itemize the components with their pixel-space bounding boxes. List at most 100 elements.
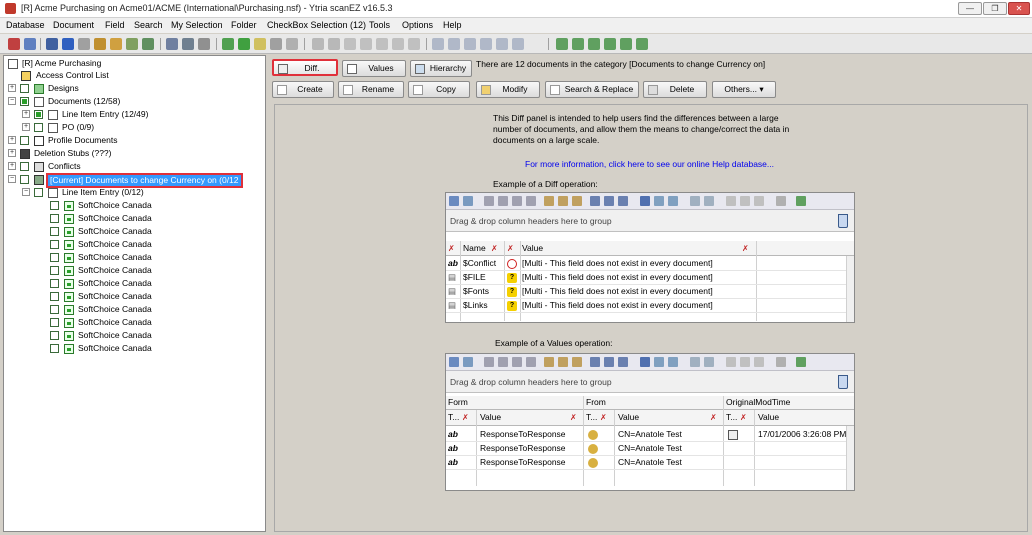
grid-tool-icon[interactable]: [704, 196, 714, 206]
conflicts-checkbox[interactable]: [20, 162, 29, 171]
header-type[interactable]: T...: [586, 411, 597, 424]
expand-icon[interactable]: +: [22, 123, 30, 131]
search-replace-button[interactable]: Search & Replace: [545, 81, 639, 98]
grid-tool-icon[interactable]: [484, 357, 494, 367]
search-icon[interactable]: [78, 38, 90, 50]
select-icon[interactable]: [588, 38, 600, 50]
grid-tool-icon[interactable]: [668, 357, 678, 367]
zoom-icon[interactable]: [754, 196, 764, 206]
menu-search[interactable]: Search: [134, 20, 163, 30]
header-type[interactable]: T...: [726, 411, 737, 424]
check-green-icon[interactable]: [556, 38, 568, 50]
group-form[interactable]: Form: [448, 396, 468, 409]
group-original-mod-time[interactable]: OriginalModTime: [726, 396, 790, 409]
documents-checkbox[interactable]: [20, 97, 29, 106]
filter-icon[interactable]: [776, 357, 786, 367]
link-icon[interactable]: [512, 38, 524, 50]
edit-icon[interactable]: [110, 38, 122, 50]
po-checkbox[interactable]: [34, 123, 43, 132]
document-checkbox[interactable]: [50, 214, 59, 223]
collapse-icon[interactable]: [376, 38, 388, 50]
filter-icon[interactable]: ✗: [742, 242, 749, 255]
grid-tool-icon[interactable]: [449, 357, 459, 367]
grid-tool-icon[interactable]: [690, 357, 700, 367]
header-name[interactable]: Name: [463, 242, 486, 255]
document-checkbox[interactable]: [50, 318, 59, 327]
expand-icon[interactable]: +: [22, 110, 30, 118]
values-button[interactable]: Values: [342, 60, 406, 77]
copy-doc-icon[interactable]: [238, 38, 250, 50]
grid-tool-icon[interactable]: [484, 196, 494, 206]
database-icon[interactable]: [24, 38, 36, 50]
grid-tool-icon[interactable]: [590, 357, 600, 367]
hierarchy-button[interactable]: Hierarchy: [410, 60, 472, 77]
diamond-icon[interactable]: [62, 38, 74, 50]
modify-button[interactable]: Modify: [476, 81, 540, 98]
filter-icon[interactable]: ✗: [600, 411, 607, 424]
collapse-icon[interactable]: −: [8, 175, 16, 183]
grid-tool-icon[interactable]: [590, 196, 600, 206]
view-icon[interactable]: [198, 38, 210, 50]
new-doc-icon[interactable]: [222, 38, 234, 50]
select-all-icon[interactable]: [572, 38, 584, 50]
menu-document[interactable]: Document: [53, 20, 94, 30]
invert-icon[interactable]: [620, 38, 632, 50]
settings-icon[interactable]: [166, 38, 178, 50]
menu-tools[interactable]: Tools: [369, 20, 390, 30]
collapse-icon[interactable]: −: [22, 188, 30, 196]
close-button[interactable]: ✕: [1008, 2, 1030, 15]
doc-props-icon[interactable]: [270, 38, 282, 50]
line-item-checkbox[interactable]: [34, 110, 43, 119]
document-checkbox[interactable]: [50, 331, 59, 340]
header-value[interactable]: Value: [522, 242, 543, 255]
expand-icon[interactable]: [360, 38, 372, 50]
grid-tool-icon[interactable]: [690, 196, 700, 206]
menu-checkbox-selection[interactable]: CheckBox Selection (12): [267, 20, 366, 30]
expand-icon[interactable]: +: [8, 149, 16, 157]
grid-tool-icon[interactable]: [526, 196, 536, 206]
grid-tool-icon[interactable]: [544, 196, 554, 206]
grid-tool-icon[interactable]: [604, 196, 614, 206]
chart-icon[interactable]: [126, 38, 138, 50]
scrollbar[interactable]: [846, 426, 854, 490]
document-checkbox[interactable]: [50, 240, 59, 249]
selection-icon[interactable]: [636, 38, 648, 50]
copy-button[interactable]: Copy: [408, 81, 470, 98]
rename-button[interactable]: Rename: [338, 81, 404, 98]
open-icon[interactable]: [8, 38, 20, 50]
menu-database[interactable]: Database: [6, 20, 45, 30]
group-area[interactable]: Drag & drop column headers here to group: [446, 210, 854, 232]
filter-icon[interactable]: ✗: [462, 411, 469, 424]
folder-icon[interactable]: [94, 38, 106, 50]
zoom-icon[interactable]: [754, 357, 764, 367]
document-checkbox[interactable]: [50, 344, 59, 353]
menu-options[interactable]: Options: [402, 20, 433, 30]
filter-icon[interactable]: ✗: [448, 242, 455, 255]
scrollbar[interactable]: [846, 256, 854, 322]
columns-icon[interactable]: [448, 38, 460, 50]
filter-icon[interactable]: ✗: [570, 411, 577, 424]
grid-tool-icon[interactable]: [463, 196, 473, 206]
split-icon[interactable]: [480, 38, 492, 50]
grid-tool-icon[interactable]: [544, 357, 554, 367]
grid-tool-icon[interactable]: [618, 196, 628, 206]
grid-tool-icon[interactable]: [572, 357, 582, 367]
header-type[interactable]: T...: [448, 411, 459, 424]
expand-icon[interactable]: +: [8, 162, 16, 170]
collapse-icon[interactable]: −: [8, 97, 16, 105]
layout-icon[interactable]: [432, 38, 444, 50]
profile-checkbox[interactable]: [20, 136, 29, 145]
header-value[interactable]: Value: [618, 411, 639, 424]
header-value[interactable]: Value: [480, 411, 501, 424]
grid-tool-icon[interactable]: [640, 357, 650, 367]
grid-tool-icon[interactable]: [654, 196, 664, 206]
grid-tool-icon[interactable]: [558, 357, 568, 367]
grid-tool-icon[interactable]: [512, 357, 522, 367]
zoom-out-icon[interactable]: [740, 357, 750, 367]
filter-icon[interactable]: [392, 38, 404, 50]
grid-tool-icon[interactable]: [449, 196, 459, 206]
grid-tool-icon[interactable]: [618, 357, 628, 367]
document-checkbox[interactable]: [50, 279, 59, 288]
trash-icon[interactable]: [838, 375, 848, 389]
header-value[interactable]: Value: [758, 411, 779, 424]
